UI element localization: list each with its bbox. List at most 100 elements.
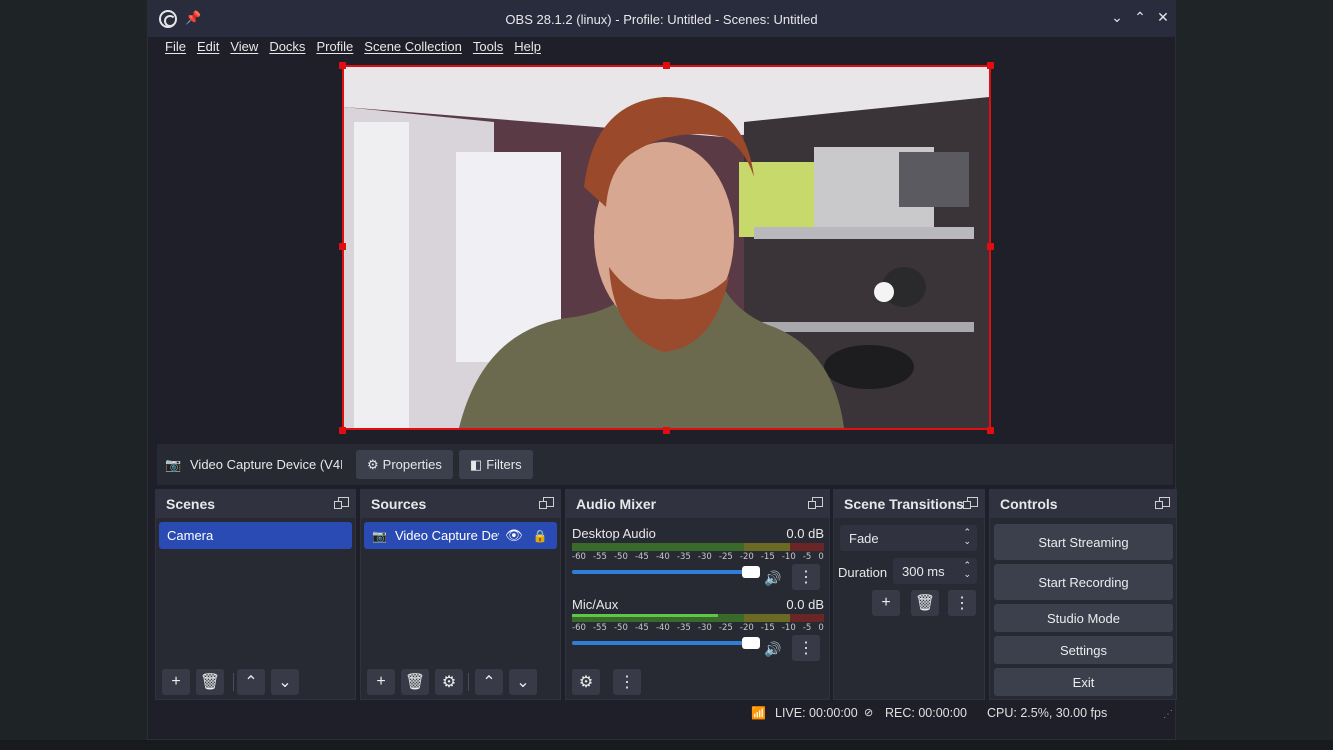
exit-button[interactable]: Exit: [994, 668, 1173, 696]
kebab-menu-icon: ⋮: [798, 640, 814, 657]
remove-scene-button[interactable]: 🗑: [196, 669, 224, 695]
resize-handle-t[interactable]: [663, 62, 670, 69]
mixer-menu-button[interactable]: ⋮: [613, 669, 641, 695]
undock-icon[interactable]: [808, 497, 823, 509]
camera-icon: 📷: [372, 528, 387, 543]
move-scene-down-button[interactable]: ⌄: [271, 669, 299, 695]
desktop-background-bottom: [0, 740, 1333, 750]
scenes-title: Scenes: [166, 496, 216, 512]
resize-handle-l[interactable]: [339, 243, 346, 250]
lock-icon[interactable]: 🔒: [533, 529, 548, 543]
mixer-track-mic-aux: Mic/Aux 0.0 dB -60 -55 -50 -45 -40 -35 -30 -25-…: [572, 597, 824, 661]
remove-transition-button[interactable]: 🗑: [911, 590, 939, 616]
volume-slider[interactable]: [572, 566, 760, 578]
add-transition-button[interactable]: +: [872, 590, 900, 616]
undock-icon[interactable]: [1155, 497, 1170, 509]
scenes-dock: Scenes Camera + 🗑 ⌃ ⌄: [155, 489, 356, 700]
sources-title: Sources: [371, 496, 427, 512]
toolbar-separator: [468, 673, 469, 691]
chevron-up-icon: ⌃: [244, 674, 258, 691]
meter-ticks: -60 -55 -50 -45 -40 -35 -30 -25 -20 -15 -10 -5 0: [572, 623, 824, 633]
settings-button[interactable]: Settings: [994, 636, 1173, 664]
menu-tools[interactable]: Tools: [473, 39, 503, 54]
minimize-button[interactable]: ⌄: [1109, 9, 1125, 26]
menu-edit[interactable]: Edit: [197, 39, 219, 54]
updown-arrows-icon[interactable]: ⌃ ⌄: [963, 561, 971, 579]
properties-label: Properties: [382, 457, 442, 472]
chevron-up-icon: ⌃: [482, 674, 496, 691]
plus-icon: +: [881, 594, 891, 611]
transition-menu-button[interactable]: ⋮: [948, 590, 976, 616]
trash-icon: 🗑: [404, 674, 426, 691]
volume-slider[interactable]: [572, 637, 760, 649]
menu-scene-collection[interactable]: Scene Collection: [364, 39, 462, 54]
menu-profile[interactable]: Profile: [316, 39, 353, 54]
menu-file[interactable]: File: [165, 39, 186, 54]
filters-button[interactable]: ◧ Filters: [458, 450, 533, 479]
filter-icon: ◧: [469, 456, 483, 472]
move-source-down-button[interactable]: ⌄: [509, 669, 537, 695]
track-menu-button[interactable]: ⋮: [792, 635, 820, 661]
source-item-video-capture[interactable]: 📷 Video Capture Device (V4L2) 👁 🔒: [364, 522, 557, 549]
camera-icon: 📷: [165, 456, 182, 472]
add-scene-button[interactable]: +: [162, 669, 190, 695]
scenes-dock-header: Scenes: [156, 490, 355, 518]
transition-select[interactable]: Fade ⌃ ⌄: [840, 525, 977, 551]
title-bar[interactable]: 📌 OBS 28.1.2 (linux) - Profile: Untitled…: [148, 1, 1175, 37]
record-status-icon: ⊘: [864, 707, 874, 719]
trash-icon: 🗑: [914, 595, 936, 612]
visibility-eye-icon[interactable]: 👁: [505, 527, 523, 544]
undock-icon[interactable]: [963, 497, 978, 509]
move-scene-up-button[interactable]: ⌃: [237, 669, 265, 695]
close-button[interactable]: ✕: [1155, 9, 1171, 26]
scene-item-camera[interactable]: Camera: [159, 522, 352, 549]
menu-help[interactable]: Help: [514, 39, 541, 54]
move-source-up-button[interactable]: ⌃: [475, 669, 503, 695]
desktop-background-left: [0, 0, 147, 750]
meter-ticks: -60 -55 -50 -45 -40 -35 -30 -25 -20 -15 -10 -5 0: [572, 552, 824, 562]
resize-handle-r[interactable]: [987, 243, 994, 250]
menu-docks[interactable]: Docks: [269, 39, 305, 54]
plus-icon: +: [376, 673, 386, 690]
source-toolbar: 📷 Video Capture Device (V4L2 ⚙ Propertie…: [157, 444, 1173, 485]
properties-button[interactable]: ⚙ Properties: [356, 450, 453, 479]
scene-transitions-dock: Scene Transitions Fade ⌃ ⌄ Duration 300 m…: [833, 489, 985, 700]
track-name: Mic/Aux: [572, 597, 619, 612]
resize-handle-br[interactable]: [987, 427, 994, 434]
undock-icon[interactable]: [334, 497, 349, 509]
resize-handle-tr[interactable]: [987, 62, 994, 69]
remove-source-button[interactable]: 🗑: [401, 669, 429, 695]
start-streaming-button[interactable]: Start Streaming: [994, 524, 1173, 560]
preview-canvas[interactable]: [157, 56, 1172, 443]
advanced-audio-properties-button[interactable]: ⚙: [572, 669, 600, 695]
gears-icon: ⚙: [578, 674, 594, 691]
speaker-icon[interactable]: 🔊: [764, 641, 781, 658]
add-source-button[interactable]: +: [367, 669, 395, 695]
trash-icon: 🗑: [199, 674, 221, 691]
kebab-menu-icon: ⋮: [954, 595, 970, 612]
resize-grip-icon[interactable]: ⋰: [1163, 709, 1173, 720]
maximize-button[interactable]: ⌃: [1132, 9, 1148, 26]
toolbar-separator: [233, 673, 234, 691]
studio-mode-button[interactable]: Studio Mode: [994, 604, 1173, 632]
volume-slider-knob[interactable]: [742, 637, 760, 649]
speaker-icon[interactable]: 🔊: [764, 570, 781, 587]
menu-view[interactable]: View: [230, 39, 258, 54]
resize-handle-bl[interactable]: [339, 427, 346, 434]
start-recording-button[interactable]: Start Recording: [994, 564, 1173, 600]
sources-dock: Sources 📷 Video Capture Device (V4L2) 👁 …: [360, 489, 561, 700]
duration-label: Duration: [838, 565, 888, 580]
volume-meter: [572, 614, 824, 622]
filters-label: Filters: [486, 457, 522, 472]
undock-icon[interactable]: [539, 497, 554, 509]
resize-handle-b[interactable]: [663, 427, 670, 434]
track-menu-button[interactable]: ⋮: [792, 564, 820, 590]
live-timer: LIVE: 00:00:00: [775, 706, 858, 720]
source-properties-button[interactable]: ⚙: [435, 669, 463, 695]
resize-handle-tl[interactable]: [339, 62, 346, 69]
volume-slider-knob[interactable]: [742, 566, 760, 578]
chevron-down-icon: ⌄: [278, 674, 292, 691]
duration-spinbox[interactable]: 300 ms ⌃ ⌄: [893, 558, 977, 584]
camera-preview-image[interactable]: [342, 65, 991, 430]
track-db: 0.0 dB: [786, 526, 824, 541]
